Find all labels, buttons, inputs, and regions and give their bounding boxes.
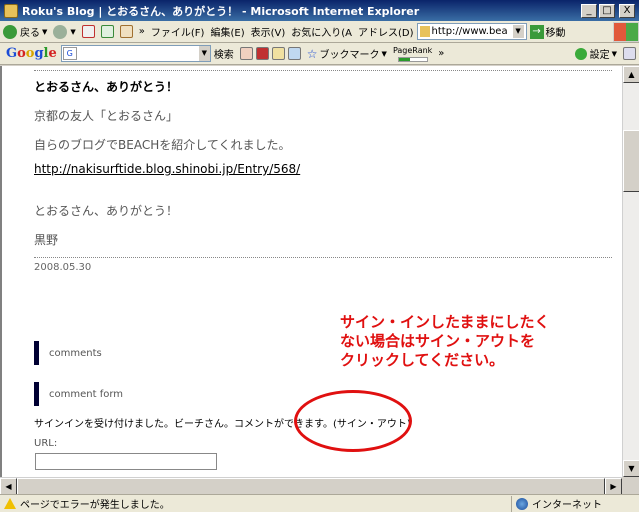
spell-check-icon (271, 47, 285, 60)
pagerank-fill (398, 57, 410, 61)
section-marker (34, 341, 39, 365)
bookmark-label: ブックマーク (319, 50, 380, 61)
menu-view[interactable]: 表示(V) (248, 22, 289, 42)
top-divider (34, 70, 612, 71)
post-title: とおるさん、ありがとう！ (34, 80, 179, 94)
page-content: とおるさん、ありがとう！ 京都の友人「とおるさん」 自らのブログでBEACHを紹… (0, 66, 622, 477)
windows-logo-icon (613, 21, 639, 42)
post-signature: 黒野 (34, 233, 59, 247)
toolbar-chevron[interactable]: » (136, 22, 148, 42)
toolbar-options-button[interactable] (620, 44, 639, 64)
horizontal-scrollbar[interactable]: ◀ ▶ (0, 477, 622, 495)
section-marker (34, 382, 39, 406)
star-icon: ☆ (306, 46, 318, 61)
bottom-divider (34, 257, 612, 258)
back-arrow-icon (3, 24, 17, 39)
google-search-dropdown-icon[interactable]: ▼ (198, 46, 210, 61)
address-value: http://www.bea (431, 26, 508, 37)
back-button[interactable]: 戻る ▼ (0, 22, 50, 42)
pagerank-indicator: PageRank (390, 44, 435, 64)
security-zone: インターネット (511, 495, 639, 512)
minimize-button[interactable]: _ (581, 3, 597, 18)
scrollbar-corner (622, 477, 639, 494)
google-g-icon: G (62, 47, 77, 60)
address-dropdown-icon[interactable]: ▼ (512, 25, 524, 38)
forward-arrow-icon (53, 24, 68, 39)
address-label: アドレス(D) (358, 28, 414, 39)
blog-icon (255, 47, 269, 60)
toolbar-options-icon (623, 47, 636, 60)
warning-icon[interactable] (4, 498, 16, 509)
go-arrow-icon: → (529, 24, 544, 39)
comment-form-label: comment form (49, 388, 124, 400)
address-bar[interactable]: http://www.bea ▼ (416, 23, 527, 40)
zone-label: インターネット (532, 500, 602, 511)
url-input[interactable] (35, 453, 217, 470)
scroll-right-icon[interactable]: ▶ (605, 478, 622, 495)
scroll-left-icon[interactable]: ◀ (0, 478, 17, 495)
google-search-input[interactable]: G ▼ (60, 45, 211, 62)
post-date: 2008.05.30 (34, 262, 92, 273)
vertical-scroll-thumb[interactable] (623, 130, 639, 192)
google-tool-buttons[interactable] (237, 44, 304, 64)
menu-file[interactable]: ファイル(F) (148, 22, 208, 42)
home-button[interactable] (117, 22, 136, 42)
status-text: ページでエラーが発生しました。 (20, 500, 170, 511)
menu-favorites[interactable]: お気に入り(A (288, 22, 355, 42)
page-icon (419, 26, 430, 37)
ie-page-icon (4, 3, 18, 18)
scroll-down-icon[interactable]: ▼ (623, 460, 639, 477)
pagerank-bar (397, 56, 428, 62)
google-logo: Google (6, 46, 57, 61)
go-button[interactable]: → 移動 (527, 22, 569, 42)
vertical-scrollbar[interactable]: ▲ ▼ (622, 66, 639, 477)
title-bar: Roku's Blog | とおるさん、ありがとう！ - Microsoft I… (0, 0, 639, 21)
horizontal-scroll-thumb[interactable] (17, 478, 605, 495)
close-button[interactable]: X (619, 3, 635, 18)
globe-icon (516, 497, 528, 510)
stop-button[interactable] (79, 22, 98, 42)
back-label: 戻る (20, 28, 40, 39)
settings-icon (574, 47, 587, 60)
google-toolbar: Google G ▼ 検索 ☆ ブックマーク ▼ PageRank » 設定 ▼ (0, 43, 639, 65)
go-label: 移動 (545, 28, 566, 39)
comment-form-section-header: comment form (34, 382, 123, 406)
comments-label: comments (49, 347, 102, 359)
window-title: Roku's Blog | とおるさん、ありがとう！ - Microsoft I… (22, 4, 420, 18)
annotation-circle (294, 390, 412, 452)
bookmark-button[interactable]: ☆ ブックマーク ▼ (304, 44, 390, 64)
post-line-1: 京都の友人「とおるさん」 (34, 109, 179, 123)
google-search-button[interactable]: 検索 (211, 44, 237, 64)
google-settings-button[interactable]: 設定 ▼ (572, 44, 620, 64)
comments-section-header: comments (34, 341, 102, 365)
forward-button[interactable]: ▼ (50, 22, 78, 42)
post-link[interactable]: http://nakisurftide.blog.shinobi.jp/Entr… (34, 162, 300, 176)
news-icon (239, 47, 253, 60)
menu-edit[interactable]: 編集(E) (207, 22, 247, 42)
maximize-button[interactable]: □ (599, 3, 615, 18)
refresh-icon (100, 25, 114, 38)
post-line-3: とおるさん、ありがとう！ (34, 204, 179, 218)
post-line-2: 自らのブログでBEACHを紹介してくれました。 (34, 138, 291, 152)
pagerank-label: PageRank (392, 45, 433, 55)
refresh-button[interactable] (98, 22, 117, 42)
translate-icon (287, 47, 301, 60)
google-toolbar-chevron[interactable]: » (435, 44, 447, 64)
annotation-text: サイン・インしたままにしたく ない場合はサイン・アウトを クリックしてください。 (340, 313, 550, 369)
settings-label: 設定 (589, 50, 610, 61)
main-toolbar: 戻る ▼ ▼ » ファイル(F) 編集(E) 表示(V) お気に入り(A アドレ… (0, 21, 639, 43)
scroll-up-icon[interactable]: ▲ (623, 66, 639, 83)
stop-icon (81, 25, 95, 38)
home-icon (119, 25, 133, 38)
status-bar: ページでエラーが発生しました。 インターネット (0, 494, 639, 512)
url-label: URL: (34, 438, 58, 449)
